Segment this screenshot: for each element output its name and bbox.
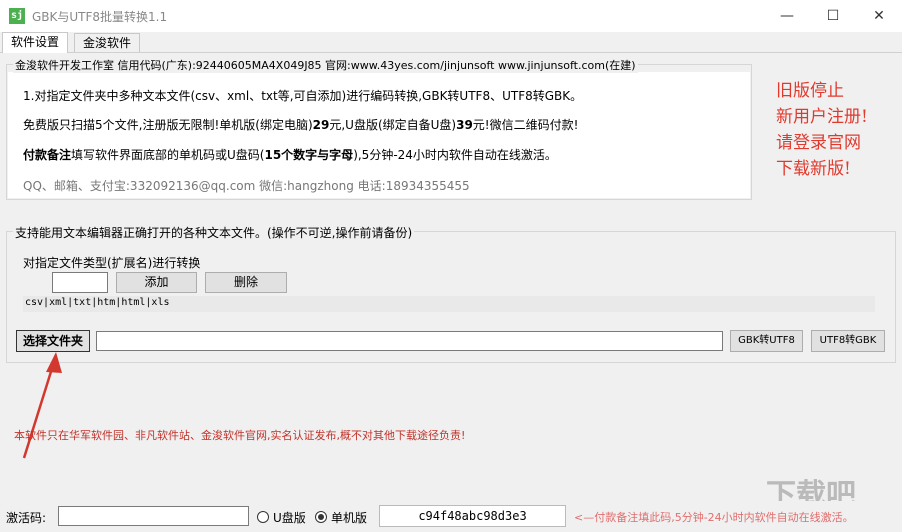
machine-code-hint: <—付款备注填此码,5分钟-24小时内软件自动在线激活。 [574,511,854,524]
annotation-arrow [22,352,62,459]
usb-version-radio[interactable] [257,511,269,523]
usb-version-label[interactable]: U盘版 [273,509,306,526]
standalone-version-radio[interactable] [315,511,327,523]
standalone-version-label[interactable]: 单机版 [331,509,367,526]
download-warning: 本软件只在华军软件园、非凡软件站、金浚软件官网,实名认证发布,概不对其他下载途径… [14,429,466,442]
activation-label: 激活码: [6,511,47,525]
activation-code-input[interactable] [58,506,249,526]
machine-code-display: c94f48abc98d3e3 [379,505,566,527]
